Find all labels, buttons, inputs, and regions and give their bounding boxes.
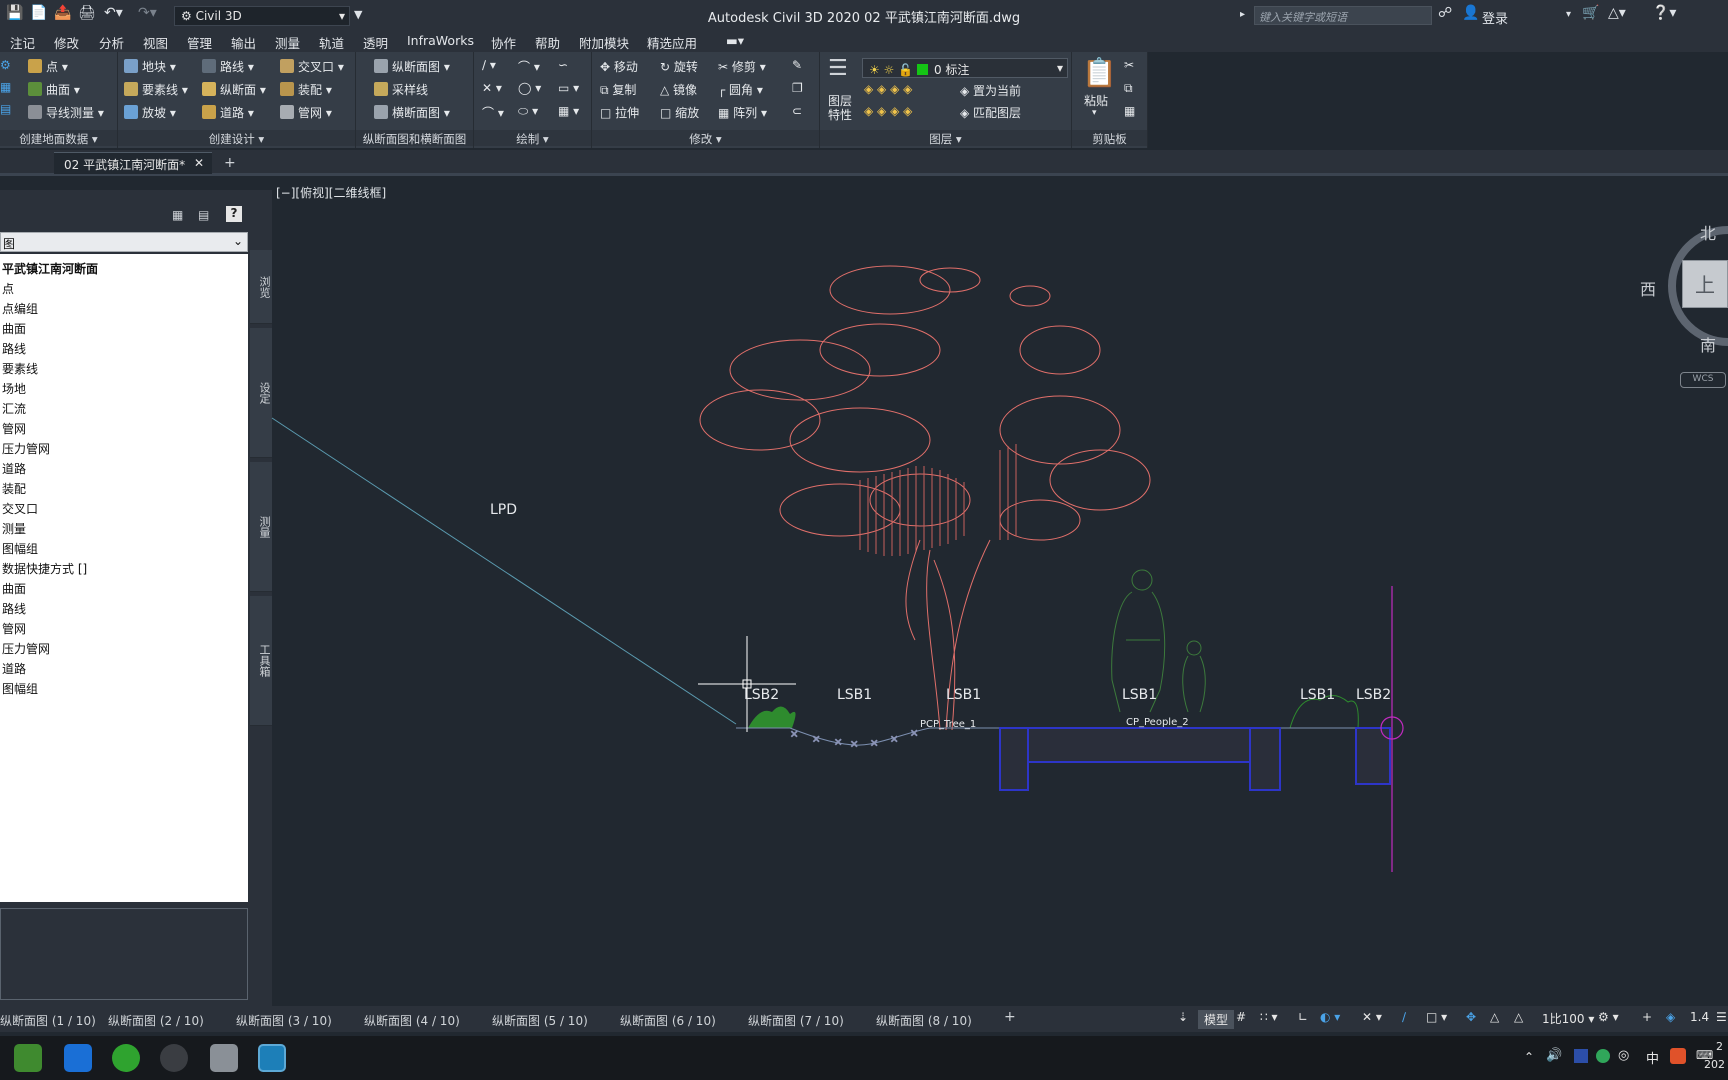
label-people-block: CP_People_2 bbox=[1126, 717, 1189, 728]
layout-tab[interactable]: 纵断面图 (1 / 10) bbox=[0, 1012, 96, 1029]
viewcube-south[interactable]: 南 bbox=[1700, 332, 1716, 356]
workspace-gear-icon[interactable]: ⚙ ▾ bbox=[1598, 1010, 1619, 1024]
polar-icon[interactable]: ◐ ▾ bbox=[1320, 1010, 1340, 1024]
isolate-icon[interactable]: ◈ bbox=[1666, 1010, 1675, 1024]
profile-markers: × × × × × × × bbox=[790, 728, 919, 751]
civil3d-taskbar-icon[interactable] bbox=[258, 1044, 286, 1072]
svg-text:×: × bbox=[850, 739, 858, 750]
obs-icon[interactable] bbox=[160, 1044, 188, 1072]
status-expand-icon[interactable]: ⇣ bbox=[1178, 1010, 1188, 1024]
structure-blocks bbox=[999, 727, 1391, 791]
svg-text:×: × bbox=[910, 728, 918, 739]
tree-block bbox=[699, 265, 1151, 731]
tree-canopy bbox=[699, 265, 1151, 541]
svg-text:×: × bbox=[890, 734, 898, 745]
tray-expand-icon[interactable]: ⌃ bbox=[1524, 1050, 1534, 1064]
layout-tab[interactable]: 纵断面图 (6 / 10) bbox=[620, 1012, 716, 1029]
wechat-icon[interactable] bbox=[112, 1044, 140, 1072]
file-manager-icon[interactable] bbox=[210, 1044, 238, 1072]
layout-tab[interactable]: 纵断面图 (8 / 10) bbox=[876, 1012, 972, 1029]
viewcube-north[interactable]: 北 bbox=[1700, 220, 1716, 244]
grid-icon[interactable]: # bbox=[1236, 1010, 1246, 1024]
ortho-icon[interactable]: ∟ bbox=[1298, 1010, 1308, 1024]
add-layout-icon[interactable]: + bbox=[1004, 1009, 1016, 1025]
clock-time[interactable]: 2 bbox=[1716, 1040, 1723, 1053]
viewcube-west[interactable]: 西 bbox=[1640, 276, 1656, 300]
clover-app-icon[interactable] bbox=[14, 1044, 42, 1072]
network-icon[interactable]: ◎ bbox=[1618, 1048, 1629, 1063]
layout-tab[interactable]: 纵断面图 (4 / 10) bbox=[364, 1012, 460, 1029]
label-lsb1: LSB1 bbox=[1122, 687, 1157, 703]
layout-tab[interactable]: 纵断面图 (3 / 10) bbox=[236, 1012, 332, 1029]
svg-text:×: × bbox=[834, 737, 842, 748]
layout-tab[interactable]: 纵断面图 (5 / 10) bbox=[492, 1012, 588, 1029]
label-lsb1: LSB1 bbox=[1300, 687, 1335, 703]
label-lsb2: LSB2 bbox=[1356, 687, 1391, 703]
snap-icon[interactable]: ∷ ▾ bbox=[1260, 1010, 1277, 1024]
plus-icon[interactable]: + bbox=[1642, 1010, 1652, 1024]
label-lsb2: LSB2 bbox=[744, 687, 779, 703]
windows-taskbar: ⌃ 🔊 ◎ 中 ⌨ 2 202 bbox=[0, 1036, 1728, 1080]
annotation-auto-icon[interactable]: △ bbox=[1514, 1010, 1523, 1024]
slope-line bbox=[271, 417, 737, 725]
svg-text:×: × bbox=[812, 734, 820, 745]
customize-status-icon[interactable]: ☰ bbox=[1716, 1010, 1727, 1024]
layout-tab[interactable]: 纵断面图 (2 / 10) bbox=[108, 1012, 204, 1029]
wcs-button[interactable]: WCS bbox=[1680, 372, 1726, 388]
osnap-icon[interactable]: ∕ bbox=[1402, 1010, 1406, 1024]
star-app-icon[interactable] bbox=[64, 1044, 92, 1072]
tray-app-icon[interactable] bbox=[1574, 1049, 1588, 1063]
tray-sync-icon[interactable] bbox=[1596, 1049, 1610, 1063]
clock-date[interactable]: 202 bbox=[1704, 1058, 1725, 1071]
model-space-button[interactable]: 模型 bbox=[1198, 1010, 1235, 1029]
volume-icon[interactable]: 🔊 bbox=[1546, 1048, 1562, 1063]
annotation-visibility-icon[interactable]: ✥ bbox=[1466, 1010, 1476, 1024]
lineweight-value[interactable]: 1.4 bbox=[1690, 1010, 1709, 1024]
object-snap-icon[interactable]: □ ▾ bbox=[1426, 1010, 1447, 1024]
annotation-scale-icon[interactable]: △ bbox=[1490, 1010, 1499, 1024]
svg-text:×: × bbox=[870, 738, 878, 749]
tree-foliage-hatch bbox=[859, 444, 1017, 556]
label-lpd: LPD bbox=[490, 502, 517, 518]
label-lsb1: LSB1 bbox=[946, 687, 981, 703]
label-lsb1: LSB1 bbox=[837, 687, 872, 703]
viewcube[interactable]: 北 西 南 上 bbox=[1640, 224, 1728, 355]
drawing-canvas[interactable]: × × × × × × × LPD LSB2 LSB1 LSB1 LSB1 LSB1 LSB… bbox=[0, 0, 1728, 1080]
scale-dropdown[interactable]: 1比100 ▾ bbox=[1542, 1010, 1594, 1027]
isodraft-icon[interactable]: ✕ ▾ bbox=[1362, 1010, 1382, 1024]
layout-tab[interactable]: 纵断面图 (7 / 10) bbox=[748, 1012, 844, 1029]
viewcube-top-face[interactable]: 上 bbox=[1682, 260, 1728, 308]
sogou-icon[interactable] bbox=[1670, 1048, 1686, 1064]
ime-indicator[interactable]: 中 bbox=[1646, 1048, 1659, 1067]
label-tree-block: PCP_Tree_1 bbox=[920, 719, 976, 730]
svg-text:×: × bbox=[790, 729, 798, 740]
